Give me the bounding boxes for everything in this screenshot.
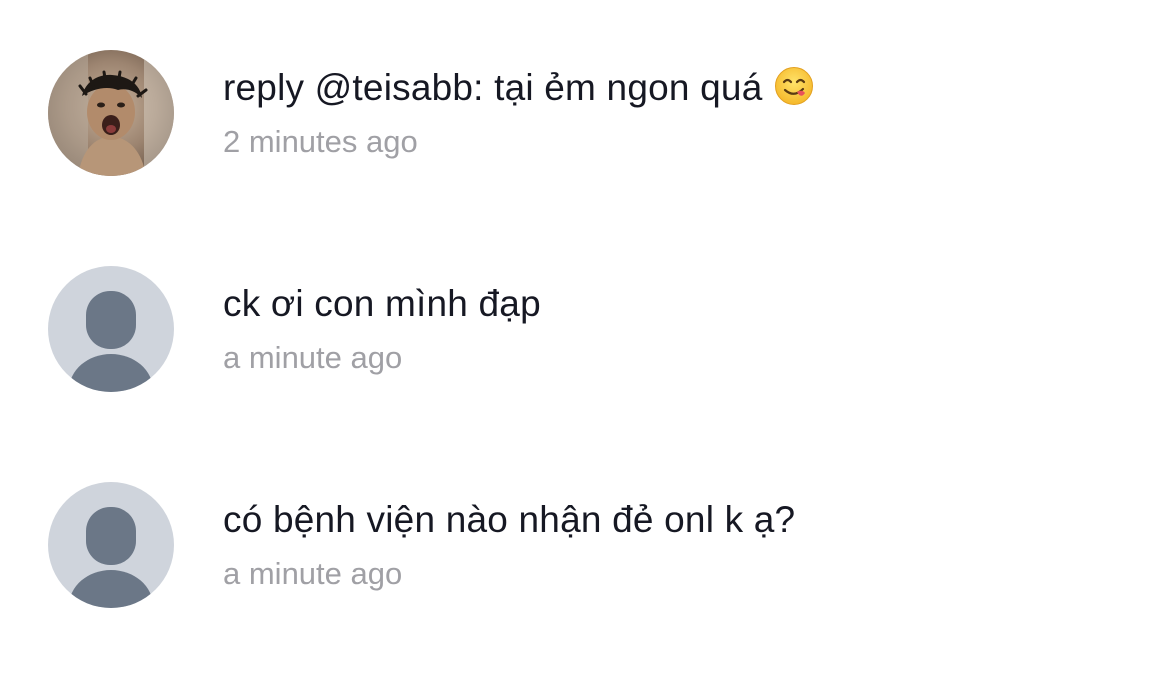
yum-face-emoji-icon: [775, 67, 814, 105]
comment-body: ck ơi con mình đạp a minute ago: [223, 280, 1143, 378]
comment-text-content: reply @teisabb: tại ẻm ngon quá: [223, 67, 763, 108]
comment-body: có bệnh viện nào nhận đẻ onl k ạ? a minu…: [223, 496, 1143, 594]
comment-item: reply @teisabb: tại ẻm ngon quá 2 minute…: [0, 50, 1170, 250]
comment-item: có bệnh viện nào nhận đẻ onl k ạ? a minu…: [0, 482, 1170, 682]
comment-text: ck ơi con mình đạp: [223, 283, 541, 324]
comment-timestamp: a minute ago: [223, 340, 403, 375]
avatar[interactable]: [48, 266, 174, 392]
comment-text: có bệnh viện nào nhận đẻ onl k ạ?: [223, 499, 796, 540]
comment-list: reply @teisabb: tại ẻm ngon quá 2 minute…: [0, 0, 1170, 694]
comment-item: ck ơi con mình đạp a minute ago: [0, 266, 1170, 466]
comment-timestamp: 2 minutes ago: [223, 124, 418, 159]
user-photo-avatar-icon: [48, 50, 174, 176]
default-user-icon: [48, 482, 174, 608]
default-user-icon: [48, 266, 174, 392]
comment-timestamp: a minute ago: [223, 556, 403, 591]
comment-text: reply @teisabb: tại ẻm ngon quá: [223, 64, 1143, 112]
avatar[interactable]: [48, 482, 174, 608]
comment-body: reply @teisabb: tại ẻm ngon quá 2 minute…: [223, 64, 1143, 162]
avatar[interactable]: [48, 50, 174, 176]
